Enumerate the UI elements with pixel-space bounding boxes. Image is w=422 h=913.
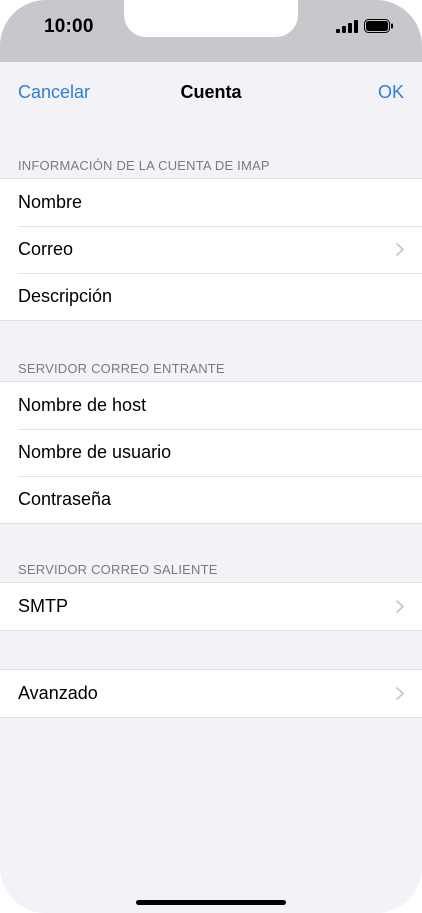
group-incoming-server: Nombre de host Nombre de usuario Contras… [0, 381, 422, 524]
page-title: Cuenta [180, 82, 242, 102]
ok-button[interactable]: OK [378, 82, 404, 103]
chevron-right-icon [396, 687, 404, 700]
notch [124, 0, 298, 37]
chevron-right-icon [396, 600, 404, 613]
row-contrasena[interactable]: Contraseña [0, 475, 422, 523]
row-label: SMTP [18, 596, 69, 616]
row-avanzado[interactable]: Avanzado [0, 670, 422, 717]
row-label: Correo [18, 239, 74, 259]
row-label: Nombre [18, 192, 83, 212]
row-label: Descripción [18, 286, 113, 306]
row-label: Contraseña [18, 489, 112, 509]
section-header-imap-account: INFORMACIÓN DE LA CUENTA DE IMAP [18, 158, 270, 173]
group-advanced: Avanzado [0, 669, 422, 718]
row-nombre-de-host[interactable]: Nombre de host [0, 382, 422, 429]
account-sheet: Cancelar Cuenta OK INFORMACIÓN DE LA CUE… [0, 62, 422, 913]
section-header-incoming-server: SERVIDOR CORREO ENTRANTE [18, 361, 225, 376]
cellular-signal-icon [336, 20, 358, 33]
row-label: Nombre de usuario [18, 442, 172, 462]
row-nombre-de-usuario[interactable]: Nombre de usuario [0, 428, 422, 476]
status-time: 10:00 [44, 16, 94, 37]
row-nombre[interactable]: Nombre [0, 179, 422, 226]
chevron-right-icon [396, 243, 404, 256]
row-smtp[interactable]: SMTP [0, 583, 422, 630]
home-indicator[interactable] [136, 900, 286, 905]
status-bar: 10:00 [0, 0, 422, 62]
group-outgoing-server: SMTP [0, 582, 422, 631]
group-imap-account: Nombre Correo Descripción [0, 178, 422, 321]
battery-icon [364, 19, 394, 33]
row-descripcion[interactable]: Descripción [0, 272, 422, 320]
section-header-outgoing-server: SERVIDOR CORREO SALIENTE [18, 562, 218, 577]
row-label: Nombre de host [18, 395, 147, 415]
phone-screen: 10:00 Cancelar Cuenta OK INFORMACIÓN DE … [0, 0, 422, 913]
navigation-bar: Cancelar Cuenta OK [0, 62, 422, 122]
row-correo[interactable]: Correo [0, 225, 422, 273]
row-label: Avanzado [18, 683, 98, 703]
